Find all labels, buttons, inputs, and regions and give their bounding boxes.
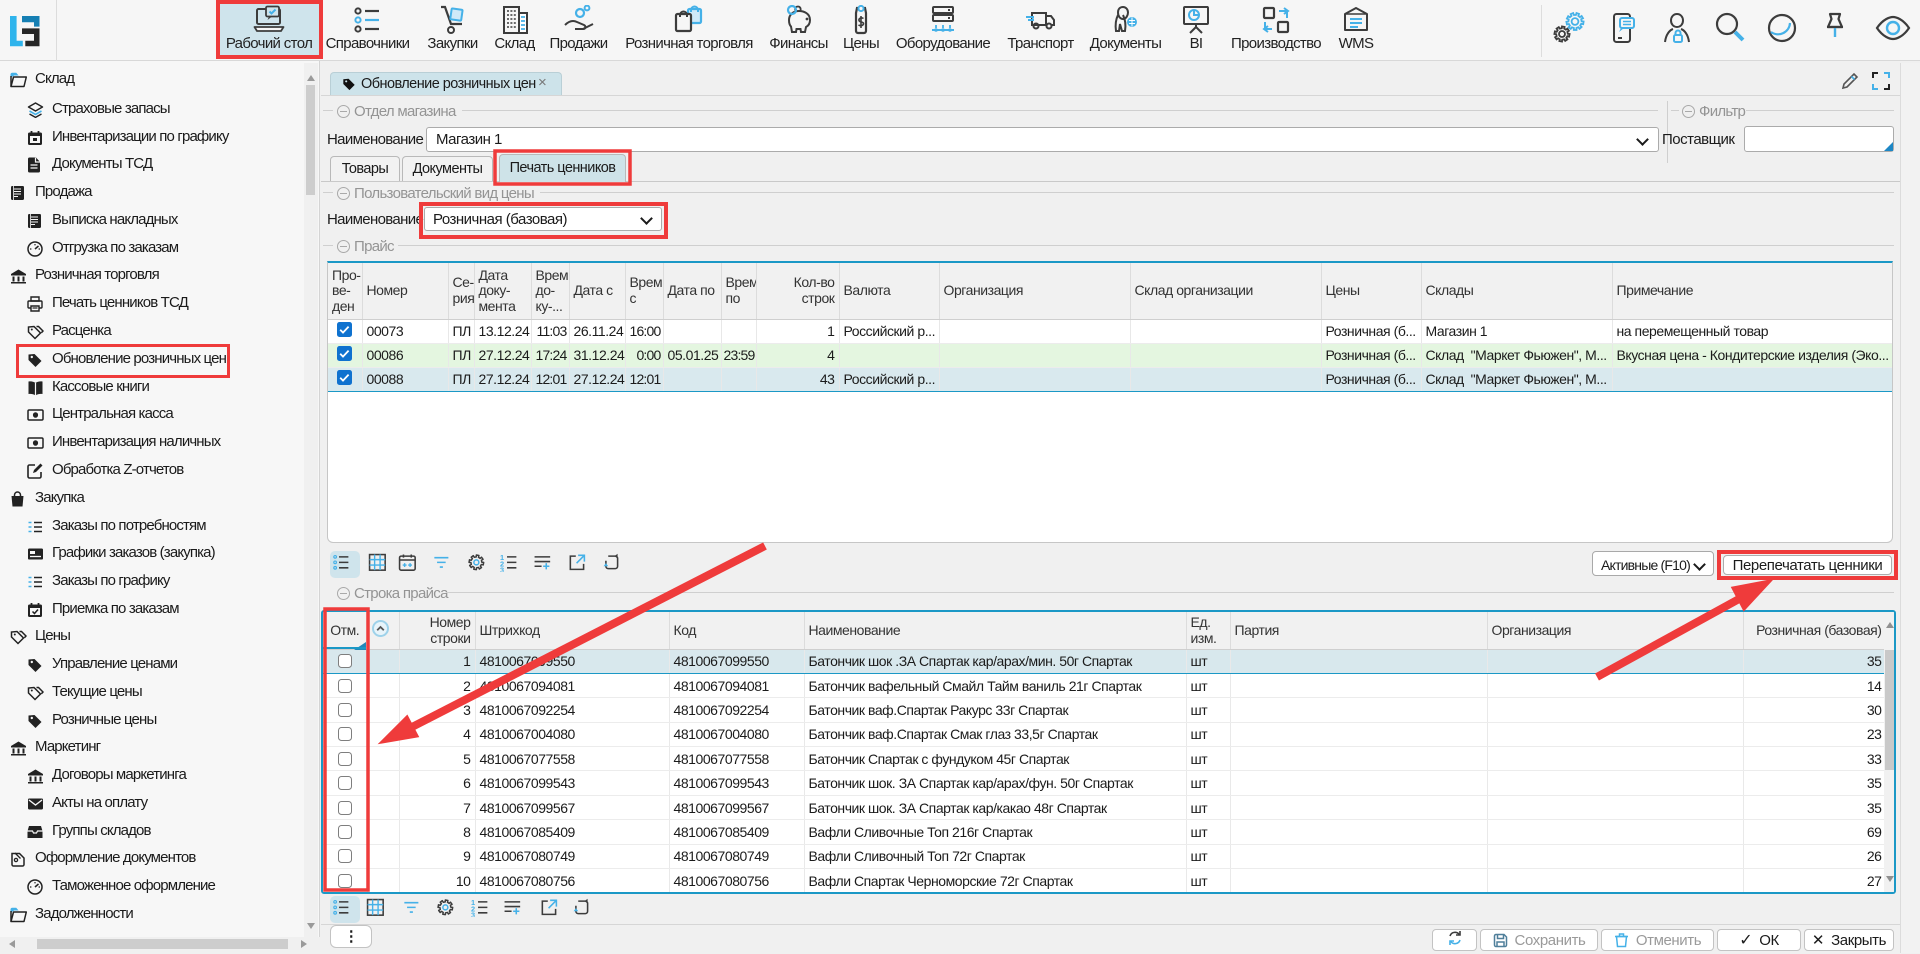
svg-text:3: 3 bbox=[500, 566, 504, 572]
svg-text:3: 3 bbox=[471, 911, 475, 917]
